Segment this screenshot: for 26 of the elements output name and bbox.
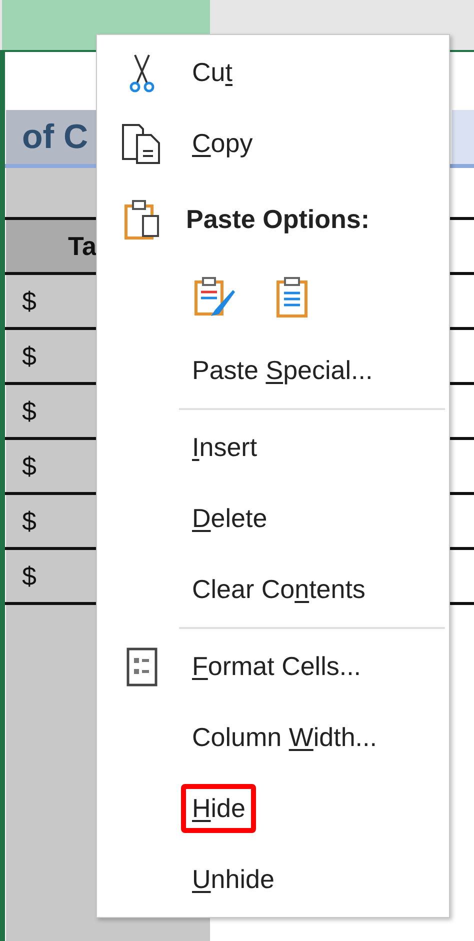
clipboard-icon bbox=[123, 198, 161, 240]
sheet-title: of C bbox=[22, 118, 88, 156]
menu-item[interactable]: Insert bbox=[181, 423, 268, 472]
table-cell: $ bbox=[22, 340, 36, 372]
format-cells-icon bbox=[126, 646, 158, 686]
table-cell: $ bbox=[22, 560, 36, 592]
menu-item[interactable]: Copy bbox=[181, 119, 264, 168]
copy-icon bbox=[121, 122, 163, 164]
menu-item[interactable]: Column Width... bbox=[181, 713, 388, 762]
menu-item[interactable]: Hide bbox=[181, 784, 256, 833]
table-cell: $ bbox=[22, 506, 36, 536]
paste-values-button[interactable] bbox=[275, 276, 309, 318]
table-cell: $ bbox=[22, 396, 36, 426]
menu-item[interactable]: Clear Contents bbox=[181, 565, 376, 614]
table-cell: $ bbox=[22, 286, 36, 316]
spreadsheet-cell bbox=[452, 110, 474, 164]
menu-item[interactable]: Format Cells... bbox=[181, 642, 372, 691]
scissors-icon bbox=[127, 52, 157, 92]
table-header-cell: Ta bbox=[68, 230, 96, 262]
menu-item[interactable]: Unhide bbox=[181, 855, 286, 904]
menu-item[interactable]: Paste Special... bbox=[181, 346, 384, 395]
table-cell: $ bbox=[22, 450, 36, 482]
menu-heading: Paste Options: bbox=[186, 204, 370, 234]
paste-formatting-button[interactable] bbox=[193, 276, 237, 318]
menu-item[interactable]: Cut bbox=[181, 48, 244, 97]
menu-item[interactable]: Delete bbox=[181, 494, 278, 543]
